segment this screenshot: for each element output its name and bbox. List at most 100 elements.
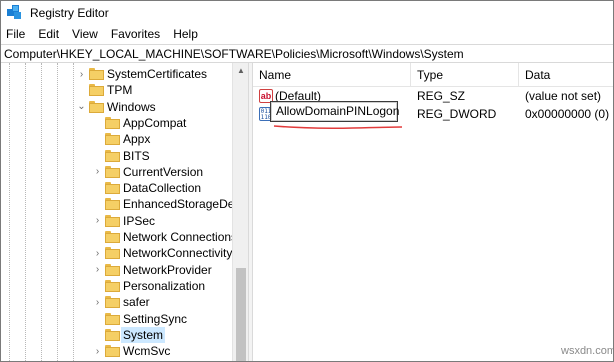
value-data: 0x00000000 (0) <box>525 107 610 121</box>
folder-icon <box>105 328 120 341</box>
menu-favorites[interactable]: Favorites <box>111 27 160 41</box>
tree-item-label: SystemCertificates <box>107 67 208 81</box>
tree-item-label: SettingSync <box>123 311 188 326</box>
chevron-right-icon <box>93 278 102 294</box>
tree-item[interactable]: DataCollection <box>1 180 233 196</box>
registry-editor-window: Registry Editor File Edit View Favorites… <box>0 0 614 362</box>
tree-item-label: Personalization <box>123 278 206 293</box>
tree-item[interactable]: › NetworkProvider <box>1 262 233 278</box>
column-header-type[interactable]: Type <box>411 63 519 87</box>
tree-item-label: CurrentVersion <box>123 164 204 179</box>
chevron-right-icon <box>77 82 86 98</box>
folder-icon <box>89 100 104 113</box>
folder-icon <box>105 279 120 292</box>
tree-item[interactable]: › safer <box>1 294 233 310</box>
tree-item[interactable]: › CurrentVersion <box>1 164 233 180</box>
chevron-right-icon <box>93 180 102 196</box>
title-bar[interactable]: Registry Editor <box>1 1 613 24</box>
red-underline-annotation <box>273 125 403 129</box>
chevron-right-icon <box>93 131 102 147</box>
menu-bar: File Edit View Favorites Help <box>1 24 613 44</box>
address-bar[interactable]: Computer\HKEY_LOCAL_MACHINE\SOFTWARE\Pol… <box>1 44 613 63</box>
folder-icon <box>105 182 120 195</box>
tree-item-label: Network Connections <box>123 230 238 244</box>
tree-item[interactable]: ⌄ Windows <box>1 99 233 115</box>
value-data: (value not set) <box>525 89 602 103</box>
chevron-down-icon[interactable]: ⌄ <box>77 99 86 115</box>
tree-item[interactable]: › SystemCertificates <box>1 66 233 82</box>
chevron-right-icon <box>93 196 102 212</box>
scroll-thumb[interactable] <box>236 268 246 361</box>
tree-item-label: IPSec <box>123 213 156 228</box>
folder-icon <box>105 312 120 325</box>
chevron-right-icon[interactable]: › <box>93 245 102 261</box>
folder-icon <box>105 198 120 211</box>
chevron-right-icon <box>93 148 102 164</box>
rename-value-input[interactable]: AllowDomainPINLogon <box>270 101 399 122</box>
chevron-right-icon <box>93 327 102 343</box>
tree-item-label: NetworkConnectivitySt <box>123 246 244 261</box>
tree-item[interactable]: System <box>1 326 233 343</box>
tree-item[interactable]: EnhancedStorageDevic <box>1 196 248 212</box>
folder-icon <box>89 68 104 80</box>
column-header-name[interactable]: Name <box>253 63 411 87</box>
registry-editor-icon <box>7 4 23 21</box>
tree-item[interactable]: Personalization <box>1 278 233 294</box>
window-title: Registry Editor <box>30 5 109 20</box>
column-header-data[interactable]: Data <box>519 63 613 87</box>
address-path: Computer\HKEY_LOCAL_MACHINE\SOFTWARE\Pol… <box>4 46 464 61</box>
menu-edit[interactable]: Edit <box>38 27 59 41</box>
folder-icon <box>105 116 120 129</box>
tree-item-label: TPM <box>107 83 133 98</box>
folder-icon <box>105 214 120 227</box>
tree-item[interactable]: › IPSec <box>1 213 233 229</box>
folder-icon <box>105 165 120 178</box>
tree-item-label: Appx <box>123 132 151 147</box>
tree-item[interactable]: TPM <box>1 82 233 98</box>
tree-item-label: Windows <box>107 99 156 114</box>
tree-item[interactable]: AppCompat <box>1 115 233 131</box>
tree-item-label: DataCollection <box>123 181 202 196</box>
tree-item[interactable]: Appx <box>1 131 233 147</box>
tree-item[interactable]: Network Connections <box>1 229 237 245</box>
tree-item-label: EnhancedStorageDevic <box>123 197 248 212</box>
chevron-right-icon <box>93 311 102 327</box>
tree-item[interactable]: › WcmSvc <box>1 343 233 359</box>
tree-item[interactable]: SettingSync <box>1 311 233 327</box>
chevron-right-icon[interactable]: › <box>93 262 102 278</box>
tree-item[interactable]: › NetworkConnectivitySt <box>1 245 244 261</box>
chevron-right-icon[interactable]: › <box>77 66 86 82</box>
folder-icon <box>105 231 120 243</box>
list-header: Name Type Data <box>253 63 613 87</box>
tree-item-label: NetworkProvider <box>123 262 212 277</box>
tree-scrollbar[interactable]: ▲ <box>232 63 249 361</box>
chevron-right-icon[interactable]: › <box>93 343 102 359</box>
tree-item-label: safer <box>123 295 150 310</box>
folder-icon <box>105 133 120 146</box>
values-list-pane[interactable]: Name Type Data ab (Default) REG_SZ (valu… <box>253 63 613 361</box>
folder-icon <box>105 345 120 358</box>
tree-item-label: System <box>121 326 166 343</box>
menu-file[interactable]: File <box>6 27 25 41</box>
tree-item-label: WcmSvc <box>123 344 171 359</box>
chevron-right-icon <box>93 229 102 245</box>
value-type: REG_DWORD <box>417 107 497 121</box>
folder-icon <box>105 149 120 162</box>
folder-icon <box>89 84 104 97</box>
menu-help[interactable]: Help <box>173 27 198 41</box>
folder-icon <box>105 263 120 276</box>
chevron-right-icon[interactable]: › <box>93 213 102 229</box>
scroll-up-icon[interactable]: ▲ <box>233 63 249 77</box>
folder-icon <box>105 296 120 309</box>
tree-item[interactable]: BITS <box>1 148 233 164</box>
tree-item-label: BITS <box>123 148 150 163</box>
tree-item-label: AppCompat <box>123 115 187 130</box>
menu-view[interactable]: View <box>72 27 98 41</box>
chevron-right-icon[interactable]: › <box>93 164 102 180</box>
watermark: wsxdn.com <box>561 345 614 357</box>
key-tree-pane[interactable]: › SystemCertificates TPM ⌄ Windows AppCompat A… <box>1 63 248 361</box>
chevron-right-icon <box>93 115 102 131</box>
chevron-right-icon[interactable]: › <box>93 294 102 310</box>
value-type: REG_SZ <box>417 89 466 103</box>
folder-icon <box>105 247 120 260</box>
